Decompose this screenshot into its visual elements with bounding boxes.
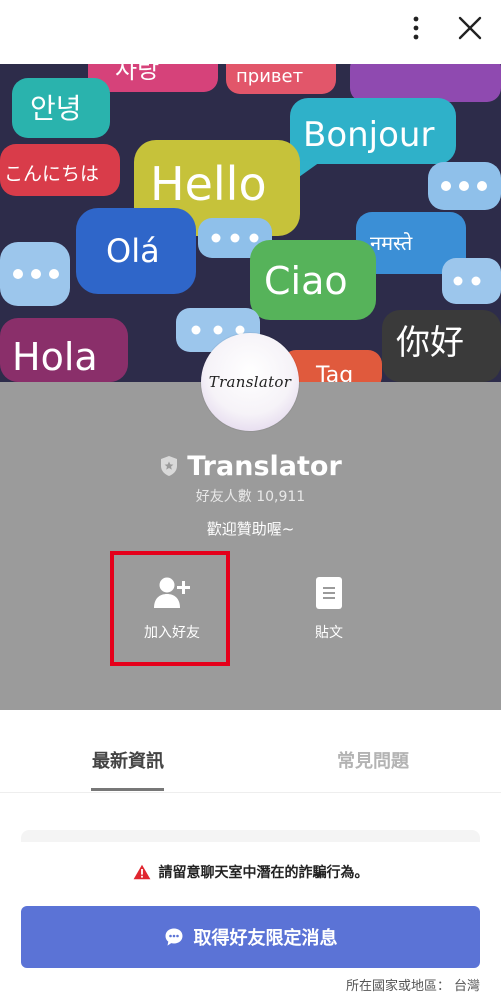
posts-button[interactable]: 貼文 [274,556,384,666]
bubble-text: привет [236,66,303,87]
cta-label: 取得好友限定消息 [193,928,338,949]
tab-bar: 最新資訊 常見問題 [0,710,501,793]
bubble-text: 你好 [396,323,464,363]
friend-count: 好友人數 10,911 [195,489,306,505]
chat-bubble-icon [165,928,182,946]
scam-warning: 請留意聊天室中潛在的詐騙行為。 [0,842,501,904]
status-message: 歡迎贊助喔~ [206,520,295,538]
avatar[interactable]: Translator [201,333,299,431]
region-info: 所在國家或地區： 台灣 [342,975,480,994]
add-friend-label: 加入好友 [144,625,200,641]
bubble-text: Hola [12,335,98,379]
get-exclusive-news-button[interactable]: 取得好友限定消息 [21,906,480,968]
bubble-text: こんにちは [4,163,99,185]
region-label: 所在國家或地區： [345,979,450,994]
bubble-text: 안녕 [30,92,82,125]
bubble-text: Tag [315,363,353,382]
tab-faq[interactable]: 常見問題 [305,710,441,792]
bubble-text: Ciao [264,259,348,303]
more-options-icon[interactable] [404,12,428,44]
shield-icon [161,456,178,476]
profile-header [0,382,501,710]
bubble-text: 사랑 [115,64,159,84]
bubble-text: Olá [106,232,160,270]
close-icon[interactable] [454,12,486,44]
active-tab-indicator [91,788,164,791]
bubble-text: Hello [150,157,267,211]
warning-row: 請留意聊天室中潛在的詐騙行為。 [0,862,501,882]
account-name: Translator [187,450,342,482]
posts-label: 貼文 [315,625,343,641]
region-value: 台灣 [453,979,480,994]
avatar-text: Translator [208,373,292,391]
tab-news[interactable]: 最新資訊 [60,710,196,792]
add-friend-button[interactable]: 加入好友 [117,556,227,666]
bubble-text: Bonjour [303,115,434,155]
account-name-row: Translator [0,448,501,484]
bubble-text: नमस्ते [370,231,413,255]
profile-page: 사랑 привет 안녕 Bonjour こんにちは Hello Olá नमस… [0,0,501,996]
warning-text: 請留意聊天室中潛在的詐騙行為。 [158,865,369,881]
document-icon [316,577,342,609]
top-bar [0,0,501,64]
add-friend-icon [154,577,190,608]
warning-icon [133,864,150,880]
